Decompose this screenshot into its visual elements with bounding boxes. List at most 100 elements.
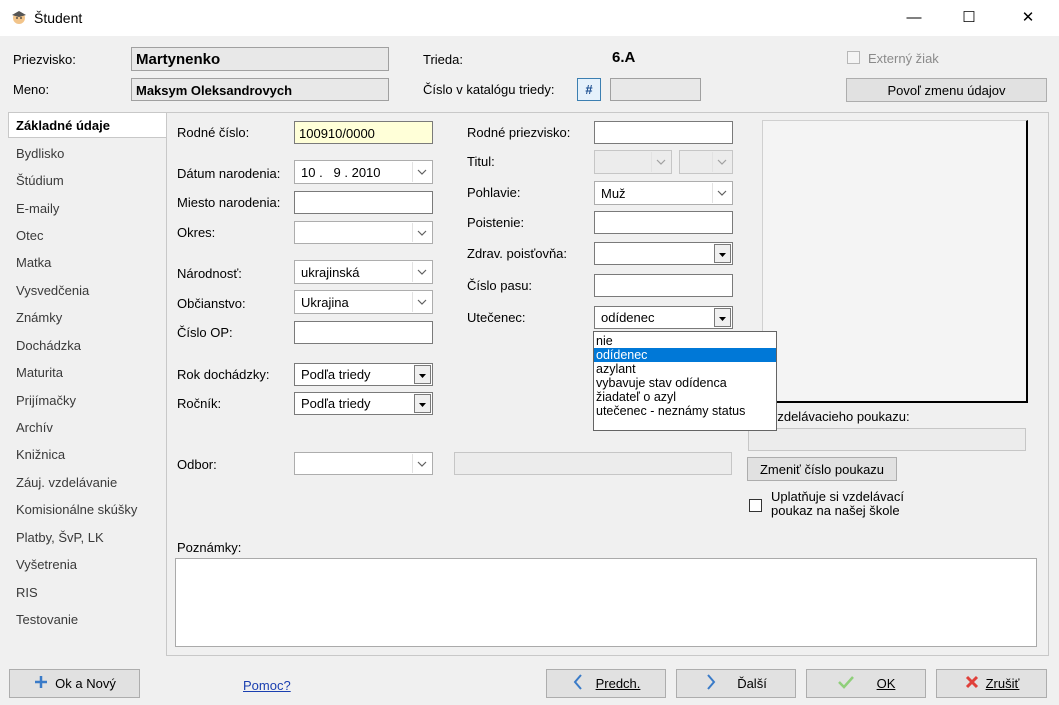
sidebar-item[interactable]: Knižnica bbox=[16, 447, 65, 462]
change-voucher-button[interactable]: Zmeniť číslo poukazu bbox=[747, 457, 897, 481]
title-before-select[interactable] bbox=[594, 150, 672, 174]
sidebar-item[interactable]: Vysvedčenia bbox=[16, 283, 89, 298]
sidebar-item[interactable]: Maturita bbox=[16, 365, 63, 380]
refugee-select[interactable]: odídenec bbox=[594, 306, 733, 329]
previous-label: Predch. bbox=[595, 676, 641, 691]
birth-date-value: 10 . 9 . 2010 bbox=[301, 164, 381, 180]
insurance-input[interactable] bbox=[594, 211, 733, 234]
caret-down-icon[interactable] bbox=[414, 365, 431, 384]
dropdown-option[interactable]: vybavuje stav odídenca bbox=[594, 376, 776, 390]
nationality-select[interactable]: ukrajinská bbox=[294, 260, 433, 284]
sidebar-item[interactable]: Dochádzka bbox=[16, 338, 81, 353]
external-student-checkbox[interactable] bbox=[847, 51, 860, 64]
sidebar-item[interactable]: Testovanie bbox=[16, 612, 78, 627]
notes-label: Poznámky: bbox=[177, 540, 242, 555]
caret-down-icon[interactable] bbox=[414, 394, 431, 413]
class-value: 6.A bbox=[612, 49, 636, 66]
passport-input[interactable] bbox=[594, 274, 733, 297]
close-button[interactable]: ✕ bbox=[1005, 0, 1051, 36]
sidebar-item[interactable]: Otec bbox=[16, 228, 43, 243]
notes-textarea[interactable] bbox=[175, 558, 1037, 647]
class-label: Trieda: bbox=[423, 52, 463, 67]
voucher-checkbox[interactable] bbox=[749, 499, 762, 512]
insurance-label: Poistenie: bbox=[467, 215, 525, 230]
gender-value: Muž bbox=[601, 185, 626, 201]
dropdown-option[interactable]: utečenec - neznámy status bbox=[594, 404, 776, 418]
sidebar-item[interactable]: Vyšetrenia bbox=[16, 557, 77, 572]
nationality-label: Národnosť: bbox=[177, 266, 242, 281]
cancel-button[interactable]: Zrušiť bbox=[936, 669, 1047, 698]
chevron-down-icon[interactable] bbox=[651, 152, 670, 172]
health-insurance-select[interactable] bbox=[594, 242, 733, 265]
title-label: Titul: bbox=[467, 154, 495, 169]
dropdown-option[interactable]: žiadateľ o azyl bbox=[594, 390, 776, 404]
plus-icon bbox=[33, 674, 49, 693]
field-text[interactable] bbox=[454, 452, 732, 475]
citizenship-select[interactable]: Ukrajina bbox=[294, 290, 433, 314]
dropdown-option[interactable]: odídenec bbox=[594, 348, 776, 362]
sidebar-item[interactable]: Matka bbox=[16, 255, 51, 270]
sidebar-item[interactable]: Komisionálne skúšky bbox=[16, 502, 137, 517]
birth-number-input[interactable]: 100910/0000 bbox=[294, 121, 433, 144]
dropdown-option[interactable]: azylant bbox=[594, 362, 776, 376]
id-card-label: Číslo OP: bbox=[177, 325, 233, 340]
ok-button[interactable]: OK bbox=[806, 669, 926, 698]
sidebar-item[interactable]: Prijímačky bbox=[16, 393, 76, 408]
chevron-down-icon[interactable] bbox=[712, 152, 731, 172]
caret-down-icon[interactable] bbox=[714, 244, 731, 263]
help-link[interactable]: Pomoc? bbox=[243, 678, 291, 693]
grade-value: Podľa triedy bbox=[301, 396, 371, 411]
dropdown-option[interactable]: nie bbox=[594, 334, 776, 348]
sidebar-item[interactable]: Bydlisko bbox=[16, 146, 64, 161]
sidebar-item[interactable]: Základné údaje bbox=[16, 118, 110, 133]
name-value: Maksym Oleksandrovych bbox=[136, 83, 293, 98]
photo-box[interactable] bbox=[762, 120, 1028, 403]
birth-place-input[interactable] bbox=[294, 191, 433, 214]
attendance-year-select[interactable]: Podľa triedy bbox=[294, 363, 433, 386]
birth-date-picker[interactable]: 10 . 9 . 2010 bbox=[294, 160, 433, 184]
surname-field[interactable]: Martynenko bbox=[131, 47, 389, 71]
district-select[interactable] bbox=[294, 221, 433, 244]
chevron-down-icon[interactable] bbox=[412, 162, 431, 182]
maximize-button[interactable]: ☐ bbox=[946, 0, 992, 36]
sidebar-item[interactable]: RIS bbox=[16, 585, 38, 600]
sidebar-item[interactable]: Známky bbox=[16, 310, 62, 325]
voucher-field[interactable] bbox=[748, 428, 1026, 451]
surname-value: Martynenko bbox=[136, 51, 221, 68]
checkmark-icon bbox=[837, 674, 855, 693]
field-select[interactable] bbox=[294, 452, 433, 475]
previous-button[interactable]: Predch. bbox=[546, 669, 666, 698]
catalog-label: Číslo v katalógu triedy: bbox=[423, 82, 555, 97]
sidebar-item[interactable]: Záuj. vzdelávanie bbox=[16, 475, 117, 490]
minimize-button[interactable]: — bbox=[891, 0, 937, 36]
chevron-down-icon[interactable] bbox=[412, 223, 431, 242]
sidebar-item[interactable]: Štúdium bbox=[16, 173, 64, 188]
catalog-number-field[interactable] bbox=[610, 78, 701, 101]
nationality-value: ukrajinská bbox=[301, 264, 360, 280]
attendance-year-label: Rok dochádzky: bbox=[177, 367, 270, 382]
caret-down-icon[interactable] bbox=[714, 308, 731, 327]
voucher-label: o vzdelávacieho poukazu: bbox=[760, 409, 910, 424]
x-icon bbox=[964, 674, 980, 693]
id-card-input[interactable] bbox=[294, 321, 433, 344]
sidebar-item[interactable]: E-maily bbox=[16, 201, 59, 216]
name-field[interactable]: Maksym Oleksandrovych bbox=[131, 78, 389, 101]
next-button[interactable]: Ďalší bbox=[676, 669, 796, 698]
grade-select[interactable]: Podľa triedy bbox=[294, 392, 433, 415]
title-after-select[interactable] bbox=[679, 150, 733, 174]
health-insurance-label: Zdrav. poisťovňa: bbox=[467, 246, 568, 261]
gender-select[interactable]: Muž bbox=[594, 181, 733, 205]
ok-new-button[interactable]: Ok a Nový bbox=[9, 669, 140, 698]
allow-change-button[interactable]: Povoľ zmenu údajov bbox=[846, 78, 1047, 102]
chevron-down-icon[interactable] bbox=[712, 183, 731, 203]
maiden-name-label: Rodné priezvisko: bbox=[467, 125, 571, 140]
birth-place-label: Miesto narodenia: bbox=[177, 195, 281, 210]
chevron-down-icon[interactable] bbox=[412, 262, 431, 282]
sidebar-item[interactable]: Archív bbox=[16, 420, 53, 435]
chevron-down-icon[interactable] bbox=[412, 454, 431, 473]
catalog-number-button[interactable]: # bbox=[577, 78, 601, 101]
chevron-down-icon[interactable] bbox=[412, 292, 431, 312]
ok-new-label: Ok a Nový bbox=[55, 676, 116, 691]
sidebar-item[interactable]: Platby, ŠvP, LK bbox=[16, 530, 104, 545]
maiden-name-input[interactable] bbox=[594, 121, 733, 144]
